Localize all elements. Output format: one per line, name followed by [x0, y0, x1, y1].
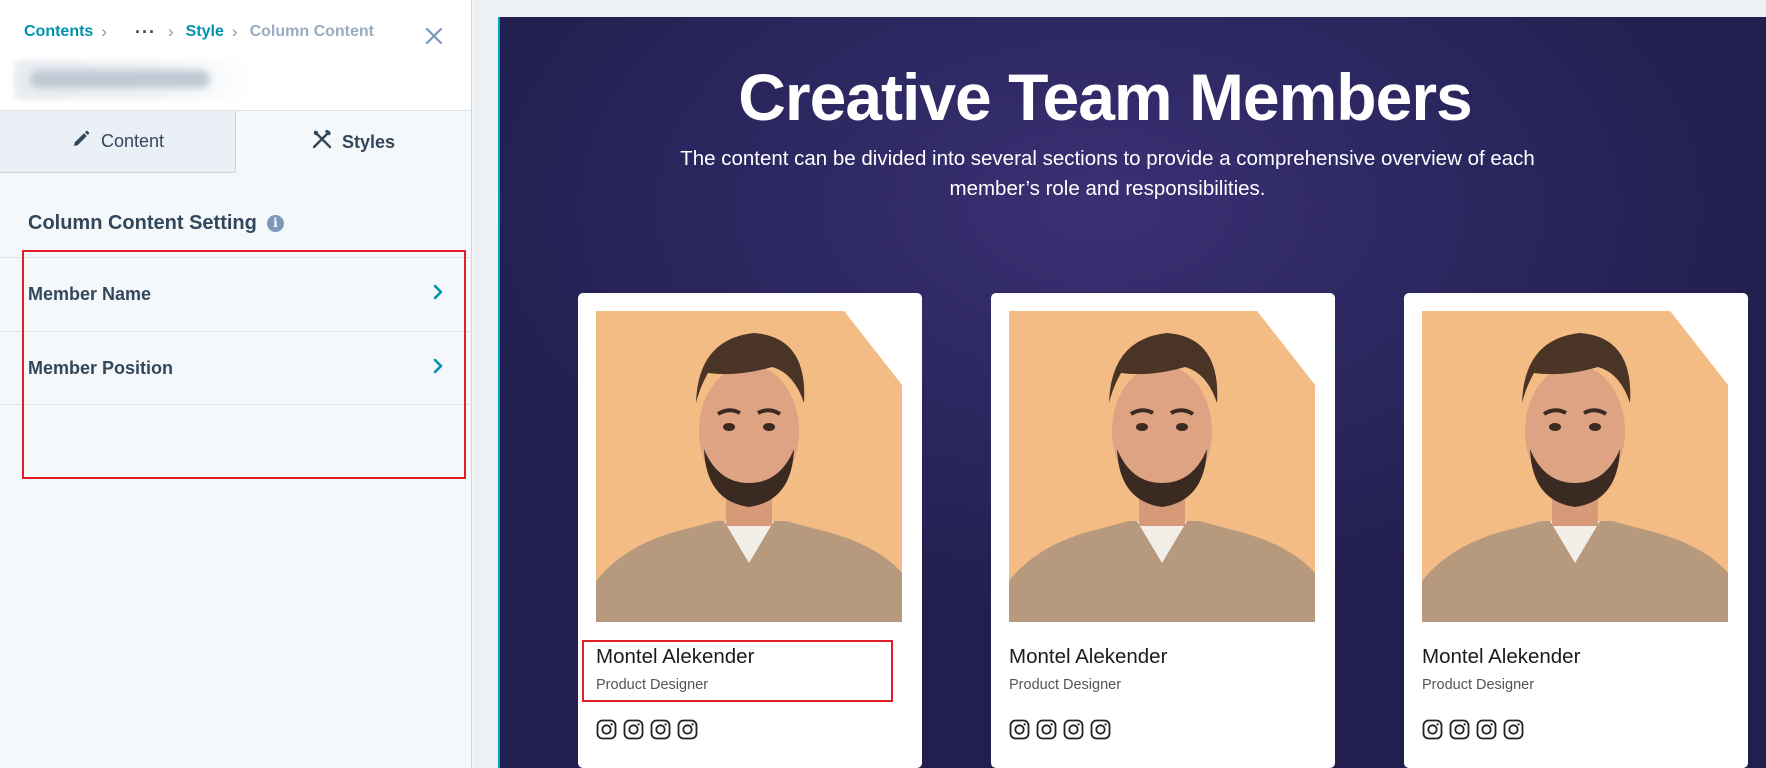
breadcrumb: Contents › ··· › Style › Column Content: [24, 22, 374, 42]
breadcrumb-separator-icon: ›: [101, 22, 107, 41]
preview-area: Creative Team Members The content can be…: [473, 0, 1766, 768]
instagram-icon[interactable]: [650, 719, 671, 740]
member-name: Montel Alekender: [1422, 645, 1581, 668]
setting-member-position[interactable]: Member Position: [0, 331, 471, 405]
setting-label: Member Name: [28, 284, 152, 304]
member-position: Product Designer: [596, 677, 709, 693]
breadcrumb-more-button[interactable]: ···: [135, 22, 156, 43]
breadcrumb-style-link[interactable]: Style: [186, 23, 224, 41]
instagram-icon[interactable]: [1009, 719, 1030, 740]
instagram-icon[interactable]: [1090, 719, 1111, 740]
info-icon[interactable]: i: [266, 215, 284, 232]
breadcrumb-separator-icon: ›: [167, 22, 174, 41]
team-member-card[interactable]: Montel Alekender Product Designer: [991, 293, 1335, 768]
instagram-icon[interactable]: [677, 719, 698, 740]
team-member-card[interactable]: Montel Alekender Product Designer: [1404, 293, 1748, 768]
team-section: Creative Team Members The content can be…: [498, 17, 1766, 768]
tab-styles-label: Styles: [341, 131, 396, 152]
section-title-text: Column Content Setting: [28, 212, 257, 234]
settings-list: Member Name Member Position: [0, 257, 471, 405]
tab-content-label: Content: [100, 131, 165, 151]
setting-member-name[interactable]: Member Name: [0, 257, 471, 331]
chevron-right-icon: [431, 283, 445, 306]
member-photo: [596, 311, 902, 622]
editor-sidebar: Contents › ··· › Style › Column Content …: [0, 0, 472, 768]
instagram-icon[interactable]: [1422, 719, 1443, 740]
section-description: The content can be divided into several …: [680, 147, 1535, 200]
setting-label: Member Position: [28, 357, 174, 378]
close-icon[interactable]: [422, 24, 446, 48]
member-position: Product Designer: [1009, 677, 1122, 693]
instagram-icon[interactable]: [1503, 719, 1524, 740]
member-photo: [1009, 311, 1315, 622]
social-links: [1009, 719, 1111, 740]
social-links: [1422, 719, 1524, 740]
instagram-icon[interactable]: [623, 719, 644, 740]
member-name: Montel Alekender: [596, 645, 755, 668]
breadcrumb-current: Column Content: [249, 23, 374, 40]
tab-styles[interactable]: Styles: [236, 111, 471, 173]
instagram-icon[interactable]: [1036, 719, 1057, 740]
breadcrumb-contents-link[interactable]: Contents: [24, 23, 93, 41]
breadcrumb-separator-icon: ›: [231, 22, 238, 41]
chevron-right-icon: [431, 357, 445, 380]
instagram-icon[interactable]: [1449, 719, 1470, 740]
pencil-icon: [71, 129, 91, 154]
panel-header: Contents › ··· › Style › Column Content: [0, 0, 471, 111]
team-member-card[interactable]: Montel Alekender Product Designer: [578, 293, 922, 768]
tab-content[interactable]: Content: [0, 111, 236, 173]
editor-tabs: Content Styles: [0, 111, 471, 173]
member-position: Product Designer: [1422, 677, 1535, 693]
section-title: Column Content Setting i: [28, 212, 284, 235]
instagram-icon[interactable]: [596, 719, 617, 740]
member-name: Montel Alekender: [1009, 645, 1168, 668]
blurred-module-name: [14, 60, 254, 100]
instagram-icon[interactable]: [1063, 719, 1084, 740]
tools-icon: [312, 129, 332, 155]
section-heading: Creative Team Members: [738, 60, 1472, 134]
social-links: [596, 719, 698, 740]
member-photo: [1422, 311, 1728, 622]
instagram-icon[interactable]: [1476, 719, 1497, 740]
